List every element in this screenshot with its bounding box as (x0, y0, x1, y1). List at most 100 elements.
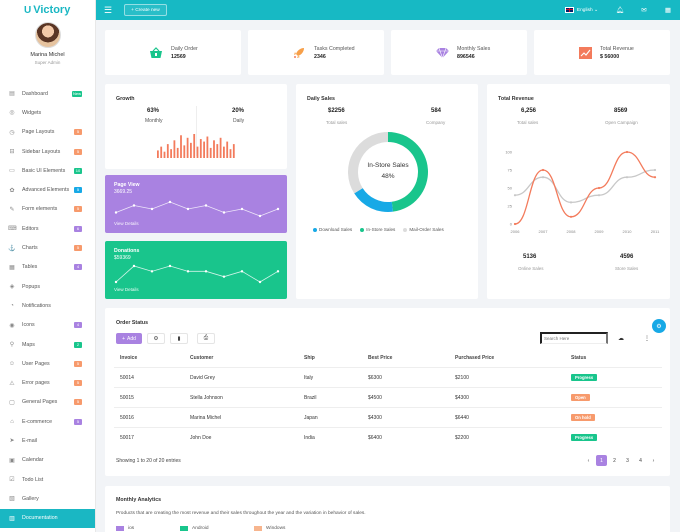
sidebar-item-calendar[interactable]: ▣ Calendar (0, 451, 95, 470)
stat-label: Tasks Completed (314, 45, 355, 52)
search-input[interactable] (540, 332, 608, 344)
brand-logo[interactable]: U Victory (0, 0, 95, 20)
revenue-open-label: Open Campaign (605, 120, 638, 125)
growth-bar-chart (157, 134, 235, 158)
sidebar-badge: 6 (74, 225, 82, 232)
sidebar-badge: 5 (74, 187, 82, 194)
sidebar-item-widgets[interactable]: ◎ Widgets (0, 103, 95, 122)
page-view-point (258, 214, 262, 218)
sidebar-item-gallery[interactable]: ▧ Gallery (0, 489, 95, 508)
sidebar-menu: ▤ Dashboard New ◎ Widgets ◷ Page Layouts 5 ⊟ Side… (0, 84, 95, 528)
donut-center-value: 48% (381, 173, 395, 180)
revenue-point (541, 176, 545, 179)
table-cell: $2200 (455, 435, 469, 441)
print-button[interactable]: ⎙ (197, 333, 215, 344)
donations-point (276, 270, 280, 273)
table-cell: Italy (304, 375, 314, 381)
table-cell: $4300 (368, 415, 382, 421)
page-button[interactable]: 4 (635, 455, 646, 466)
grid-icon[interactable]: ▦ (656, 6, 680, 14)
sidebar-item-general-pages[interactable]: ▢ General Pages 5 (0, 393, 95, 412)
growth-bar (166, 144, 169, 158)
sidebar-item-e-commerce[interactable]: ⌂ E-commerce 5 (0, 412, 95, 431)
column-header[interactable]: Customer (190, 355, 213, 361)
bell-icon[interactable]: 🔔︎ (608, 6, 632, 14)
sidebar-item-maps[interactable]: ⚲ Maps 2 (0, 335, 95, 354)
sidebar-item-user-pages[interactable]: ☺ User Pages 5 (0, 354, 95, 373)
donations-value: $59369 (114, 255, 131, 261)
column-header[interactable]: Status (571, 355, 586, 361)
sidebar-badge: 10 (74, 167, 82, 174)
sidebar-item-label: Basic UI Elements (22, 167, 66, 174)
sidebar-item-notifications[interactable]: ◔ Notifications (0, 296, 95, 315)
donations-point (240, 270, 244, 273)
page-button[interactable]: › (648, 455, 659, 466)
table-cell: $2100 (455, 375, 469, 381)
page-button[interactable]: 2 (609, 455, 620, 466)
legend-swatch (254, 526, 262, 531)
sidebar-item-error-pages[interactable]: ⚠ Error pages 5 (0, 373, 95, 392)
avatar[interactable] (34, 22, 61, 48)
sidebar-item-charts[interactable]: ⚓ Charts 5 (0, 238, 95, 257)
table-cell: David Grey (190, 375, 216, 381)
mail-icon[interactable]: ✉ (632, 6, 656, 14)
legend-label: In-Store Sales (366, 227, 396, 232)
column-header[interactable]: Purchased Price (455, 355, 494, 361)
x-tick-label: 2010 (623, 229, 633, 234)
revenue-store-label: Store Sales (615, 266, 639, 271)
sidebar-item-dashboard[interactable]: ▤ Dashboard New (0, 84, 95, 103)
settings-fab[interactable]: ⚙ (652, 319, 666, 333)
sidebar-item-e-mail[interactable]: ➤ E-mail (0, 431, 95, 450)
revenue-point (653, 176, 657, 179)
growth-bar (186, 137, 189, 158)
delete-button[interactable]: ▮ (170, 333, 188, 344)
menu-icon: ⌨ (8, 226, 17, 233)
sidebar-item-basic-ui-elements[interactable]: ▭ Basic UI Elements 10 (0, 161, 95, 180)
donations-details-link[interactable]: View Details (114, 287, 139, 292)
donut-slice-download-sales (354, 188, 394, 212)
settings-button[interactable]: ⚙ (147, 333, 165, 344)
growth-bar (173, 140, 176, 158)
page-view-line (115, 201, 279, 217)
sidebar-item-sidebar-layouts[interactable]: ⊟ Sidebar Layouts 5 (0, 142, 95, 161)
menu-icon: ◷ (9, 129, 15, 136)
page-button[interactable]: ‹ (583, 455, 594, 466)
menu-icon: ◈ (9, 284, 15, 291)
page-view-details-link[interactable]: View Details (114, 221, 139, 226)
create-new-button[interactable]: + Create new (124, 4, 167, 16)
revenue-point (569, 201, 573, 204)
sidebar-item-advanced-elements[interactable]: ✿ Advanced Elements 5 (0, 180, 95, 199)
menu-icon: ◉ (9, 322, 15, 329)
sidebar-badge: 5 (74, 206, 82, 213)
hamburger-menu-icon[interactable]: ☰ (104, 5, 112, 16)
sidebar-item-tables[interactable]: ▦ Tables 4 (0, 258, 95, 277)
sidebar-item-todo-list[interactable]: ☑ Todo List (0, 470, 95, 489)
y-tick-label: 50 (508, 186, 513, 191)
stat-label: Daily Order (171, 45, 198, 52)
page-view-point (114, 211, 118, 214)
table-cell: John Doe (190, 435, 212, 441)
more-vertical-icon[interactable]: ⋮ (644, 335, 650, 342)
sidebar-item-popups[interactable]: ◈ Popups (0, 277, 95, 296)
sidebar-item-icons[interactable]: ◉ Icons 4 (0, 316, 95, 335)
page-button[interactable]: 3 (622, 455, 633, 466)
revenue-point (541, 168, 545, 172)
x-tick-label: 2007 (539, 229, 549, 234)
sidebar-item-documentation[interactable]: ▥ Documentation (0, 508, 95, 528)
language-selector[interactable]: English ⌄ (564, 7, 598, 13)
growth-card: Growth 63% Monthly 20% Daily (105, 84, 287, 169)
table-cell: Marina Michel (190, 415, 222, 421)
column-header[interactable]: Invoice (120, 355, 137, 361)
donations-title: Donations (114, 248, 140, 254)
sidebar-item-form-elements[interactable]: ✎ Form elements 5 (0, 200, 95, 219)
add-order-button[interactable]: + Add (116, 333, 142, 344)
column-header[interactable]: Ship (304, 355, 315, 361)
sidebar-item-editors[interactable]: ⌨ Editors 6 (0, 219, 95, 238)
donations-point (150, 270, 154, 273)
page-button[interactable]: 1 (596, 455, 607, 466)
status-badge: Progress (571, 374, 598, 381)
legend-swatch (116, 526, 124, 531)
sidebar-item-page-layouts[interactable]: ◷ Page Layouts 5 (0, 123, 95, 142)
column-header[interactable]: Best Price (368, 355, 392, 361)
cloud-download-icon[interactable]: ☁ (618, 335, 624, 342)
